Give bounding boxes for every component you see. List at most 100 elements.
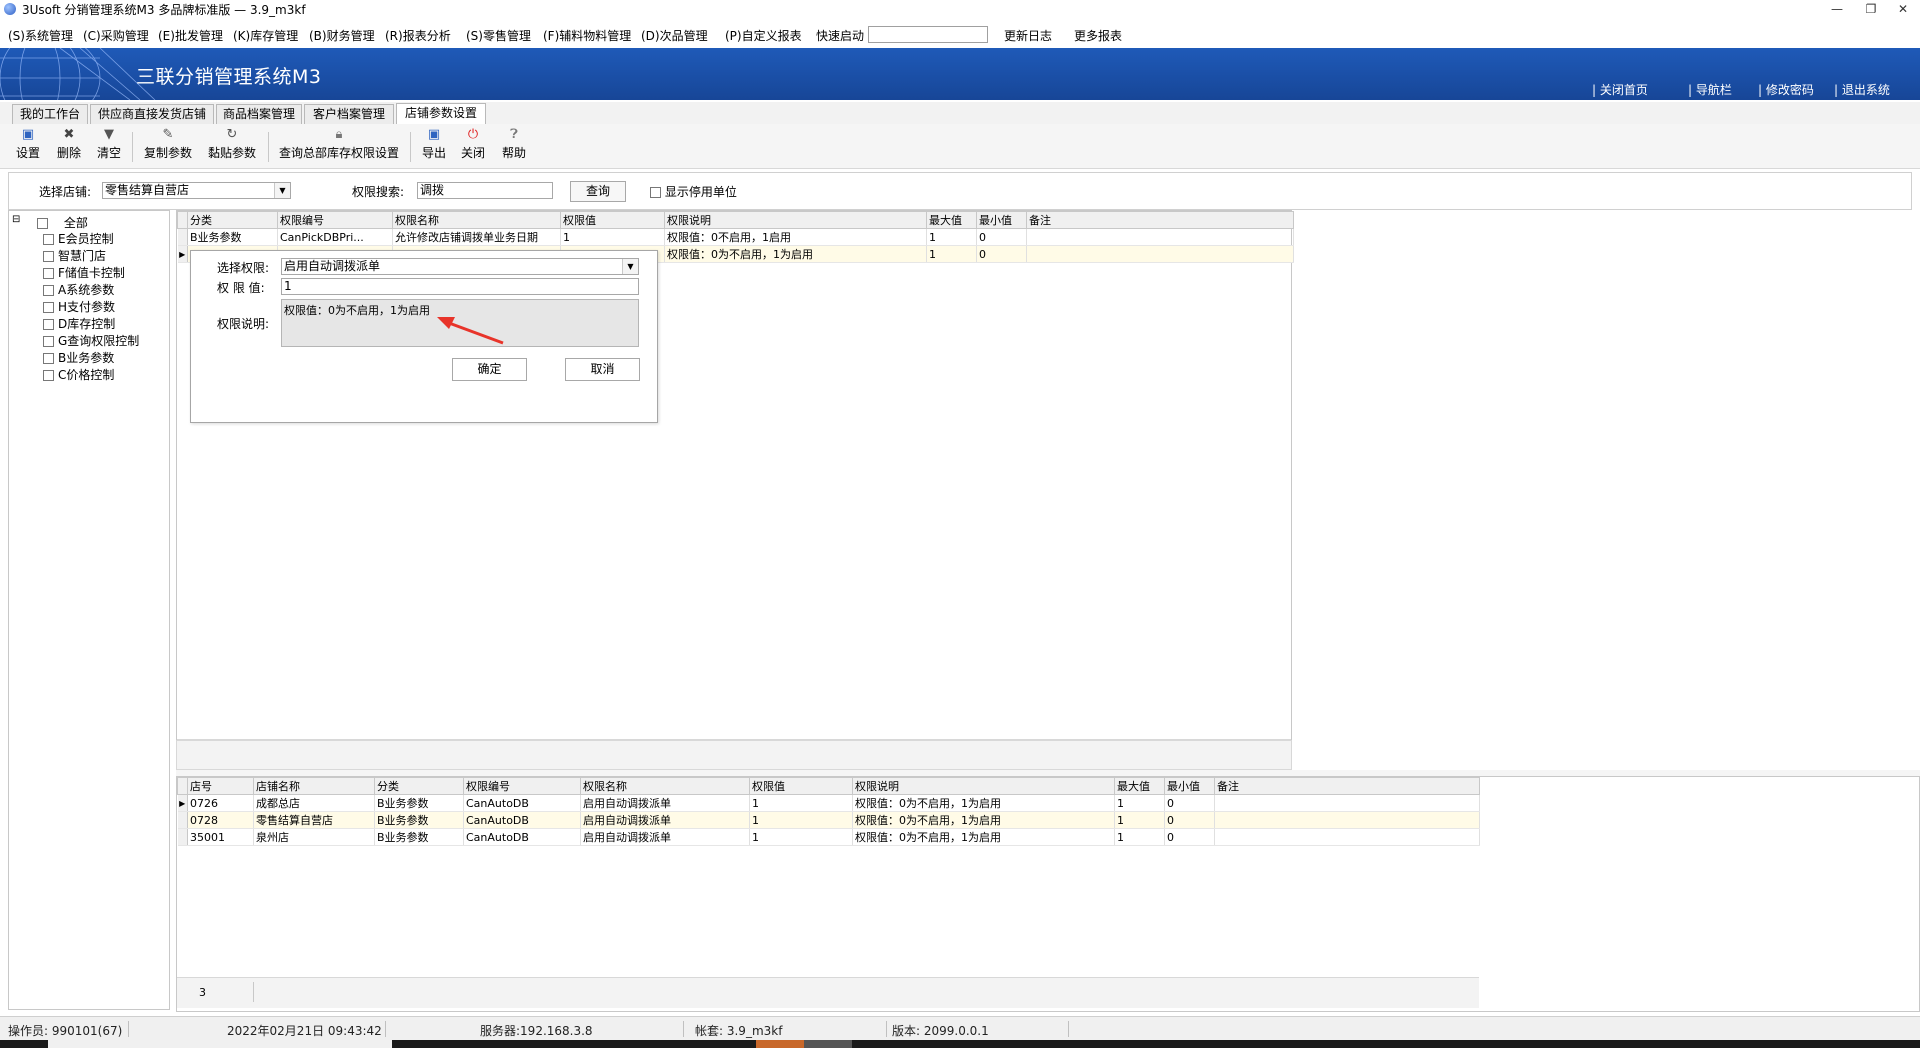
tab-customer-archive[interactable]: 客户档案管理 [304, 104, 394, 124]
col-perm-value[interactable]: 权限值 [749, 777, 853, 795]
copy-params-button[interactable]: ✎ 复制参数 [144, 128, 192, 161]
col-store-no[interactable]: 店号 [187, 777, 254, 795]
dropdown-arrow-icon[interactable]: ▼ [274, 183, 290, 198]
ok-button[interactable]: 确定 [452, 358, 527, 381]
tree-item[interactable]: F储值卡控制 [43, 264, 125, 281]
cell-category[interactable]: B业务参数 [374, 794, 464, 812]
cell-min[interactable]: 0 [1164, 811, 1215, 829]
tree-item-checkbox[interactable] [43, 251, 54, 262]
cell-perm-code[interactable]: CanAutoDB [463, 811, 581, 829]
col-min[interactable]: 最小值 [1164, 777, 1215, 795]
tree-item-checkbox[interactable] [43, 353, 54, 364]
cell-category[interactable]: B业务参数 [187, 228, 278, 246]
menu-wholesale[interactable]: (E)批发管理 [158, 27, 223, 44]
quick-start-input[interactable] [868, 26, 988, 43]
tree-item[interactable]: B业务参数 [43, 349, 114, 366]
col-perm-value[interactable]: 权限值 [560, 211, 665, 229]
cell-perm-name[interactable]: 启用自动调拨派单 [580, 828, 750, 846]
cell-category[interactable]: B业务参数 [374, 828, 464, 846]
tree-item-checkbox[interactable] [43, 268, 54, 279]
cell-max[interactable]: 1 [926, 245, 977, 263]
update-log-link[interactable]: 更新日志 [1004, 27, 1052, 44]
cell-perm-value[interactable]: 1 [749, 794, 853, 812]
settings-button[interactable]: ▣ 设置 [16, 128, 40, 161]
query-hq-stock-perm-button[interactable]: 🔒︎ 查询总部库存权限设置 [279, 128, 399, 161]
col-max[interactable]: 最大值 [1114, 777, 1165, 795]
tree-item[interactable]: A系统参数 [43, 281, 114, 298]
perm-search-input[interactable]: 调拨 [417, 182, 553, 199]
tree-item[interactable]: C价格控制 [43, 366, 114, 383]
tab-workbench[interactable]: 我的工作台 [12, 104, 88, 124]
menu-finance[interactable]: (B)财务管理 [309, 27, 375, 44]
cell-perm-desc[interactable]: 权限值：0为不启用，1为启用 [852, 811, 1115, 829]
cell-remark[interactable] [1214, 811, 1480, 829]
close-window-button[interactable]: ✕ [1888, 0, 1918, 18]
cell-perm-name[interactable]: 启用自动调拨派单 [580, 794, 750, 812]
select-perm-dropdown[interactable]: 启用自动调拨派单 ▼ [281, 258, 639, 275]
tree-item[interactable]: E会员控制 [43, 230, 114, 247]
cell-perm-code[interactable]: CanPickDBPri... [277, 228, 393, 246]
cell-perm-desc[interactable]: 权限值：0为不启用，1为启用 [664, 245, 927, 263]
col-perm-desc[interactable]: 权限说明 [852, 777, 1115, 795]
menu-inventory[interactable]: (K)库存管理 [233, 27, 298, 44]
export-button[interactable]: ▣ 导出 [422, 128, 446, 161]
cancel-button[interactable]: 取消 [565, 358, 640, 381]
cell-min[interactable]: 0 [1164, 794, 1215, 812]
more-reports-link[interactable]: 更多报表 [1074, 27, 1122, 44]
cell-store-no[interactable]: 0726 [187, 794, 254, 812]
tree-item-checkbox[interactable] [43, 234, 54, 245]
tab-store-params[interactable]: 店铺参数设置 [396, 103, 486, 125]
tree-item[interactable]: D库存控制 [43, 315, 115, 332]
menu-custom-reports[interactable]: (P)自定义报表 [725, 27, 802, 44]
logout-link[interactable]: | 退出系统 [1834, 81, 1890, 98]
cell-store-name[interactable]: 零售结算自营店 [253, 811, 375, 829]
menu-system[interactable]: (S)系统管理 [8, 27, 73, 44]
cell-remark[interactable] [1214, 828, 1480, 846]
change-password-link[interactable]: | 修改密码 [1758, 81, 1814, 98]
cell-min[interactable]: 0 [976, 245, 1027, 263]
cell-store-name[interactable]: 成都总店 [253, 794, 375, 812]
table-row[interactable]: B业务参数 CanPickDBPri... 允许修改店铺调拨单业务日期 1 权限… [177, 228, 1294, 246]
cell-max[interactable]: 1 [1114, 811, 1165, 829]
table-row[interactable]: ▶ 0726 成都总店 B业务参数 CanAutoDB 启用自动调拨派单 1 权限值：0为不启… [177, 794, 1480, 812]
col-category[interactable]: 分类 [187, 211, 278, 229]
menu-materials[interactable]: (F)辅料物料管理 [543, 27, 631, 44]
table-row[interactable]: 35001 泉州店 B业务参数 CanAutoDB 启用自动调拨派单 1 权限值：0为不启用… [177, 828, 1480, 846]
minimize-button[interactable]: — [1822, 0, 1852, 18]
tree-item-checkbox[interactable] [43, 319, 54, 330]
tree-collapse-icon[interactable]: ⊟ [12, 214, 20, 225]
paste-params-button[interactable]: ↻ 黏贴参数 [208, 128, 256, 161]
tree-root[interactable]: 全部 [37, 214, 88, 231]
cell-store-no[interactable]: 35001 [187, 828, 254, 846]
restore-button[interactable]: ❐ [1856, 0, 1886, 18]
cell-perm-name[interactable]: 启用自动调拨派单 [580, 811, 750, 829]
delete-button[interactable]: ✖ 删除 [57, 128, 81, 161]
taskbar-app[interactable] [756, 1040, 804, 1048]
col-remark[interactable]: 备注 [1026, 211, 1294, 229]
col-category[interactable]: 分类 [374, 777, 464, 795]
cell-remark[interactable] [1026, 228, 1294, 246]
tree-item-checkbox[interactable] [43, 302, 54, 313]
close-button[interactable]: ⏻ 关闭 [461, 128, 485, 161]
tree-item[interactable]: 智慧门店 [43, 247, 106, 264]
perm-value-input[interactable]: 1 [281, 278, 639, 295]
cell-perm-value[interactable]: 1 [560, 228, 665, 246]
cell-max[interactable]: 1 [926, 228, 977, 246]
col-min[interactable]: 最小值 [976, 211, 1027, 229]
tree-item[interactable]: H支付参数 [43, 298, 115, 315]
cell-category[interactable]: B业务参数 [374, 811, 464, 829]
col-max[interactable]: 最大值 [926, 211, 977, 229]
col-remark[interactable]: 备注 [1214, 777, 1480, 795]
cell-max[interactable]: 1 [1114, 828, 1165, 846]
taskbar-app[interactable] [48, 1040, 392, 1048]
tree-item-checkbox[interactable] [43, 370, 54, 381]
menu-retail[interactable]: (S)零售管理 [466, 27, 531, 44]
col-perm-name[interactable]: 权限名称 [580, 777, 750, 795]
clear-button[interactable]: ▼ 清空 [97, 128, 121, 161]
cell-perm-name[interactable]: 允许修改店铺调拨单业务日期 [392, 228, 561, 246]
show-disabled-toggle[interactable]: 显示停用单位 [650, 183, 737, 200]
cell-perm-value[interactable]: 1 [749, 828, 853, 846]
nav-bar-link[interactable]: | 导航栏 [1688, 81, 1732, 98]
show-disabled-checkbox[interactable] [650, 187, 661, 198]
help-button[interactable]: ❓︎ 帮助 [502, 128, 526, 161]
